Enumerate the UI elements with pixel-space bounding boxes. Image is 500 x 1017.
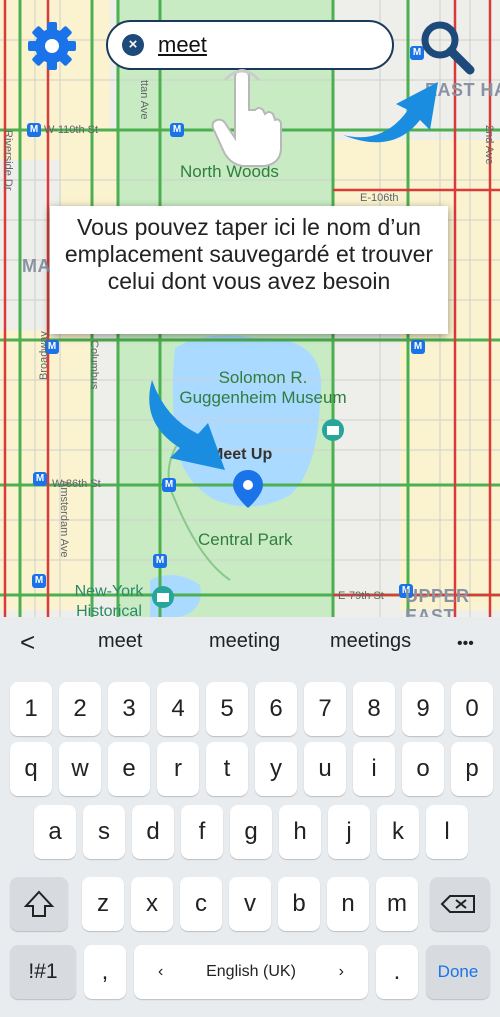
metro-icon: M [411, 340, 425, 354]
suggestion-back-button[interactable]: < [20, 627, 35, 658]
key-q[interactable]: q [10, 742, 52, 796]
key-7[interactable]: 7 [304, 682, 346, 736]
map-label-ma: MA [22, 256, 51, 276]
key-1[interactable]: 1 [10, 682, 52, 736]
search-hint-tooltip: Vous pouvez taper ici le nom d’un emplac… [50, 206, 448, 334]
key-b[interactable]: b [278, 877, 320, 931]
street-label-amsterdam: Amsterdam Ave [58, 480, 70, 558]
done-key[interactable]: Done [426, 945, 490, 999]
key-4[interactable]: 4 [157, 682, 199, 736]
key-9[interactable]: 9 [402, 682, 444, 736]
key-0[interactable]: 0 [451, 682, 493, 736]
street-label-ttan: ttan Ave [138, 80, 150, 120]
backspace-icon [440, 895, 475, 913]
map-view[interactable]: M M M M M M M M M M North Woods Solomon … [0, 0, 500, 617]
arrow-to-pin-icon [149, 380, 225, 470]
symbols-key[interactable]: !#1 [10, 945, 76, 999]
metro-icon: M [33, 472, 47, 486]
map-label-central-park: Central Park [198, 530, 293, 549]
key-p[interactable]: p [451, 742, 493, 796]
key-g[interactable]: g [230, 805, 272, 859]
street-label-w110: W-110th St [44, 124, 99, 136]
key-5[interactable]: 5 [206, 682, 248, 736]
key-o[interactable]: o [402, 742, 444, 796]
key-w[interactable]: w [59, 742, 101, 796]
search-icon[interactable] [418, 18, 476, 76]
suggestion-2[interactable]: meeting [209, 630, 280, 653]
key-r[interactable]: r [157, 742, 199, 796]
language-right-icon: › [338, 963, 344, 980]
key-6[interactable]: 6 [255, 682, 297, 736]
metro-icon: M [32, 574, 46, 588]
period-key[interactable]: . [376, 945, 418, 999]
shift-icon [23, 890, 55, 917]
key-m[interactable]: m [376, 877, 418, 931]
language-left-icon: ‹ [158, 963, 164, 980]
suggestion-3[interactable]: meetings [330, 630, 411, 653]
street-label-riverside: Riverside Dr [2, 130, 14, 191]
suggestion-1[interactable]: meet [98, 630, 142, 653]
street-label-2nd-ave: 2nd Ave [483, 125, 495, 165]
metro-icon: M [27, 123, 41, 137]
language-label: English (UK) [206, 963, 296, 980]
key-v[interactable]: v [229, 877, 271, 931]
key-c[interactable]: c [180, 877, 222, 931]
key-a[interactable]: a [34, 805, 76, 859]
street-label-e79: E-79th St [338, 590, 384, 602]
key-t[interactable]: t [206, 742, 248, 796]
metro-icon: M [153, 554, 167, 568]
key-f[interactable]: f [181, 805, 223, 859]
settings-gear-icon[interactable] [26, 20, 78, 72]
street-label-e106: E-106th [360, 192, 399, 204]
key-n[interactable]: n [327, 877, 369, 931]
street-label-columbus: Columbus [88, 340, 100, 390]
clear-search-icon[interactable]: × [122, 34, 144, 56]
key-l[interactable]: l [426, 805, 468, 859]
space-key[interactable]: ‹ English (UK) › [134, 945, 368, 999]
map-label-upper-east-side: UPPER EAST SIDE [405, 586, 470, 617]
key-2[interactable]: 2 [59, 682, 101, 736]
key-d[interactable]: d [132, 805, 174, 859]
key-j[interactable]: j [328, 805, 370, 859]
arrow-to-search-icon [343, 82, 438, 143]
key-s[interactable]: s [83, 805, 125, 859]
search-input[interactable]: × meet [106, 20, 394, 70]
search-text[interactable]: meet [158, 32, 207, 58]
suggestion-more-button[interactable]: ••• [457, 635, 474, 653]
shift-key[interactable] [10, 877, 68, 931]
key-y[interactable]: y [255, 742, 297, 796]
key-i[interactable]: i [353, 742, 395, 796]
comma-key[interactable]: , [84, 945, 126, 999]
key-u[interactable]: u [304, 742, 346, 796]
key-z[interactable]: z [82, 877, 124, 931]
map-label-historical-society: New-York Historical Society [74, 583, 144, 617]
tap-hand-icon [211, 68, 282, 167]
key-8[interactable]: 8 [353, 682, 395, 736]
key-e[interactable]: e [108, 742, 150, 796]
metro-icon: M [170, 123, 184, 137]
key-x[interactable]: x [131, 877, 173, 931]
backspace-key[interactable] [430, 877, 490, 931]
street-label-broadway: Broadway [38, 331, 50, 380]
key-3[interactable]: 3 [108, 682, 150, 736]
key-h[interactable]: h [279, 805, 321, 859]
key-k[interactable]: k [377, 805, 419, 859]
